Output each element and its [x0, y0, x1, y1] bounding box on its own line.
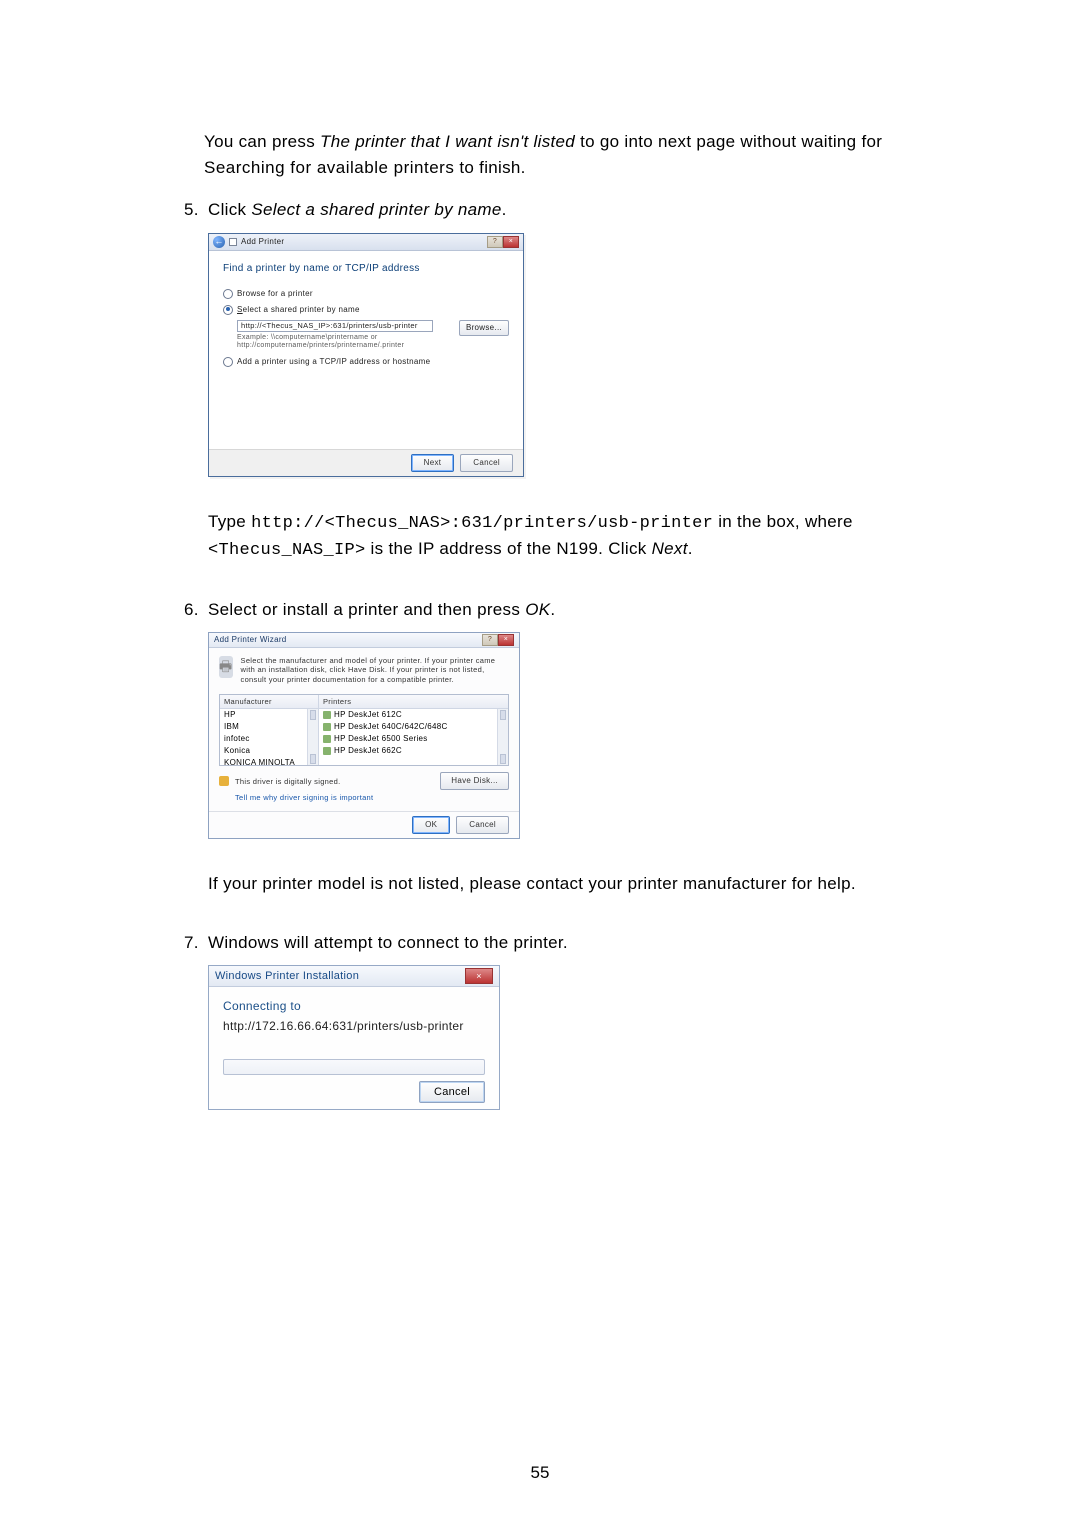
- list-item[interactable]: HP: [220, 709, 318, 721]
- scrollbar[interactable]: [307, 709, 318, 765]
- connecting-dialog: Windows Printer Installation × Connectin…: [208, 965, 500, 1110]
- step5-followup: Type http://<Thecus_NAS>:631/printers/us…: [208, 509, 912, 564]
- intro-em: The printer that I want isn't listed: [320, 132, 575, 151]
- page-number: 55: [0, 1463, 1080, 1483]
- help-icon[interactable]: ?: [482, 634, 498, 646]
- shield-icon: [219, 776, 229, 786]
- radio-select-shared[interactable]: SSelect a shared printer by nameelect a …: [223, 304, 509, 316]
- radio-tcpip-label: Add a printer using a TCP/IP address or …: [237, 356, 430, 368]
- list-item[interactable]: KONICA MINOLTA: [220, 757, 318, 765]
- printer-icon: 🖶: [219, 656, 233, 678]
- printer-url-input[interactable]: http://<Thecus_NAS_IP>:631/printers/usb-…: [237, 320, 433, 332]
- radio-icon: [223, 289, 233, 299]
- window-titlebar: Windows Printer Installation ×: [209, 966, 499, 987]
- step6-number: 6.: [184, 597, 208, 914]
- intro-pre: You can press: [204, 132, 320, 151]
- back-icon[interactable]: ←: [213, 236, 225, 248]
- window-titlebar: Add Printer Wizard ? ×: [209, 633, 519, 648]
- printers-header: Printers: [319, 695, 508, 709]
- driver-lists: Manufacturer HP IBM infotec Konica KONIC…: [219, 694, 509, 766]
- radio-tcpip[interactable]: Add a printer using a TCP/IP address or …: [223, 356, 509, 368]
- close-icon[interactable]: ×: [498, 634, 514, 646]
- connecting-url: http://172.16.66.64:631/printers/usb-pri…: [223, 1017, 485, 1035]
- step5-number: 5.: [184, 197, 208, 581]
- radio-icon: [223, 357, 233, 367]
- have-disk-button[interactable]: Have Disk...: [440, 772, 509, 790]
- intro-post1: to go into next page without waiting for: [575, 132, 882, 151]
- cancel-button[interactable]: Cancel: [460, 454, 513, 472]
- step6-followup: If your printer model is not listed, ple…: [208, 871, 912, 897]
- list-item[interactable]: infotec: [220, 733, 318, 745]
- window-title: Windows Printer Installation: [215, 968, 359, 985]
- radio-select-label: SSelect a shared printer by nameelect a …: [237, 304, 360, 316]
- connecting-label: Connecting to: [223, 997, 485, 1015]
- step5-text: Click Select a shared printer by name.: [208, 197, 912, 223]
- radio-browse-label: Browse for a printer: [237, 288, 313, 300]
- printer-icon: [323, 747, 331, 755]
- list-item[interactable]: HP DeskJet 662C: [319, 745, 508, 757]
- ok-em: OK: [525, 600, 550, 619]
- list-item[interactable]: HP DeskJet 640C/642C/648C: [319, 721, 508, 733]
- ok-button[interactable]: OK: [412, 816, 450, 834]
- list-item[interactable]: IBM: [220, 721, 318, 733]
- step7-number: 7.: [184, 930, 208, 1131]
- printer-url-value: http://<Thecus_NAS_IP>:631/printers/usb-…: [241, 320, 418, 331]
- url-code: http://<Thecus_NAS>:631/printers/usb-pri…: [251, 514, 713, 533]
- list-item[interactable]: Konica: [220, 745, 318, 757]
- step7-text: Windows will attempt to connect to the p…: [208, 930, 912, 956]
- printer-icon: [323, 735, 331, 743]
- manufacturer-header: Manufacturer: [220, 695, 318, 709]
- window-title: Add Printer: [241, 236, 284, 248]
- ip-code: <Thecus_NAS_IP>: [208, 541, 366, 560]
- intro-post2: to finish.: [454, 158, 525, 177]
- radio-browse[interactable]: Browse for a printer: [223, 288, 509, 300]
- radio-icon: [223, 305, 233, 315]
- cancel-button[interactable]: Cancel: [419, 1081, 485, 1103]
- driver-instructions: Select the manufacturer and model of you…: [241, 656, 509, 684]
- step6-text: Select or install a printer and then pre…: [208, 597, 912, 623]
- example-text: Example: \\computername\printername or h…: [237, 334, 509, 351]
- next-button[interactable]: Next: [411, 454, 455, 472]
- next-em: Next: [652, 539, 688, 558]
- list-item[interactable]: HP DeskJet 6500 Series: [319, 733, 508, 745]
- step5-em: Select a shared printer by name: [251, 200, 501, 219]
- close-icon[interactable]: ×: [503, 236, 519, 248]
- help-icon[interactable]: ?: [487, 236, 503, 248]
- signed-text: This driver is digitally signed.: [235, 776, 340, 787]
- printer-icon: [323, 723, 331, 731]
- browse-button[interactable]: Browse...: [459, 320, 509, 336]
- manufacturer-list[interactable]: HP IBM infotec Konica KONICA MINOLTA: [220, 709, 318, 765]
- intro-bold: Searching for available printers: [204, 158, 454, 177]
- add-printer-window: ← Add Printer ? × Find a printer by name…: [208, 233, 524, 477]
- window-title: Add Printer Wizard: [214, 634, 287, 646]
- scrollbar[interactable]: [497, 709, 508, 765]
- cancel-button[interactable]: Cancel: [456, 816, 509, 834]
- list-item[interactable]: HP DeskJet 612C: [319, 709, 508, 721]
- printer-icon: [229, 238, 237, 246]
- window-titlebar: ← Add Printer ? ×: [209, 234, 523, 251]
- wizard-heading: Find a printer by name or TCP/IP address: [223, 261, 509, 276]
- intro-paragraph: You can press The printer that I want is…: [204, 129, 912, 180]
- progress-bar: [223, 1059, 485, 1075]
- signing-link[interactable]: Tell me why driver signing is important: [235, 792, 509, 803]
- close-icon[interactable]: ×: [465, 968, 493, 984]
- driver-dialog: Add Printer Wizard ? × 🖶 Select the manu…: [208, 632, 520, 839]
- printers-list[interactable]: HP DeskJet 612C HP DeskJet 640C/642C/648…: [319, 709, 508, 765]
- printer-icon: [323, 711, 331, 719]
